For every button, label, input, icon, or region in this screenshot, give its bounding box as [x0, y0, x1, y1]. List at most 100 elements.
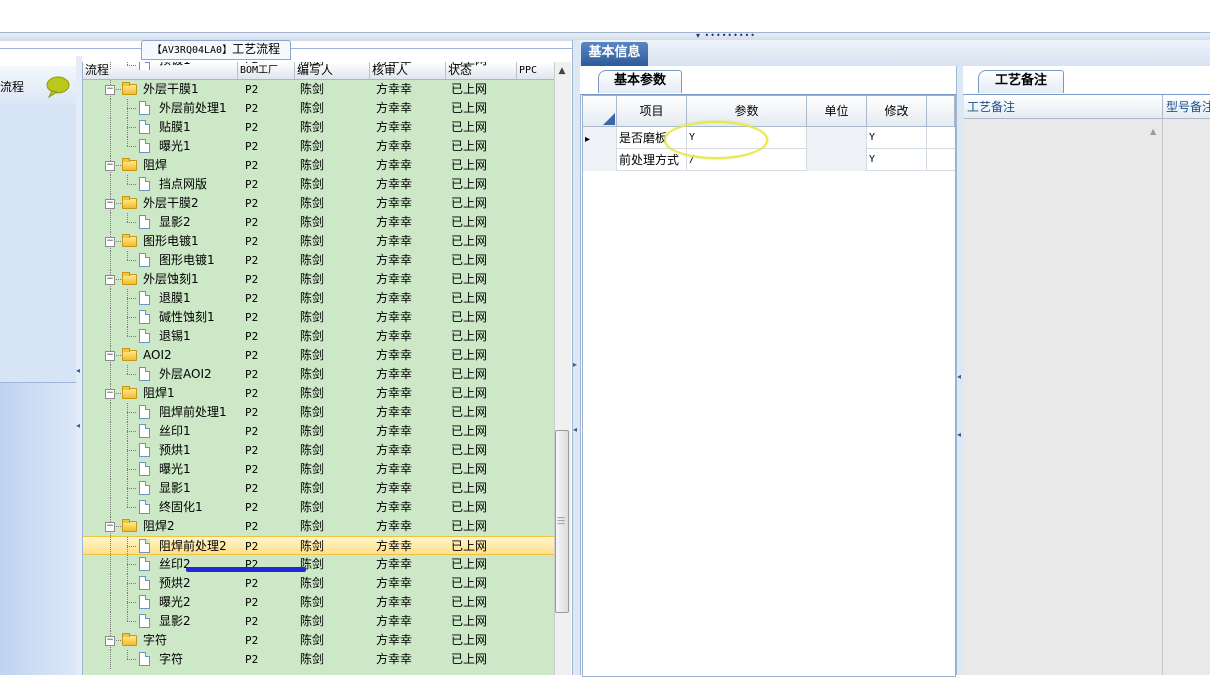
- collapse-toggle-icon[interactable]: −: [105, 522, 115, 532]
- tree-folder-row[interactable]: − 外层干膜2 P2 陈剑 方幸幸 已上网: [83, 194, 555, 213]
- notes-area[interactable]: 工艺备注 型号备注: [964, 95, 1210, 675]
- tree-folder-row[interactable]: − 字符 P2 陈剑 方幸幸 已上网: [83, 631, 555, 650]
- tree-panel-title[interactable]: 【AV3RQ04LA0】工艺流程: [141, 40, 291, 60]
- collapse-left-icon-2[interactable]: ◂: [76, 421, 80, 430]
- document-icon: [139, 62, 150, 70]
- tree-guide-line: [127, 213, 128, 222]
- writer-cell: 陈剑: [300, 82, 325, 96]
- collapse-right-icon[interactable]: ◂: [957, 372, 961, 381]
- tree-node-label: 碱性蚀刻1: [159, 310, 215, 324]
- param-row[interactable]: 前处理方式 / Y: [583, 149, 955, 171]
- col-unit[interactable]: 单位: [807, 96, 867, 127]
- collapse-right-icon-2[interactable]: ◂: [957, 430, 961, 439]
- document-icon: [139, 652, 150, 666]
- param-unit-cell[interactable]: [807, 149, 867, 171]
- tree-node-label: 预镀1: [159, 62, 191, 66]
- tree-file-row[interactable]: 预烘2 P2 陈剑 方幸幸 已上网: [83, 574, 555, 593]
- params-grid[interactable]: 项目 参数 单位 修改 ▸ 是否磨板 Y Y 前处理方式 / Y: [582, 95, 956, 677]
- col-model-note[interactable]: 型号备注: [1163, 95, 1210, 119]
- tree-file-row[interactable]: 预烘1 P2 陈剑 方幸幸 已上网: [83, 441, 555, 460]
- collapse-toggle-icon[interactable]: −: [105, 636, 115, 646]
- tree-node-label: 阻焊: [143, 158, 168, 172]
- tree-file-row[interactable]: 外层前处理1 P2 陈剑 方幸幸 已上网: [83, 99, 555, 118]
- document-icon: [139, 101, 150, 115]
- tree-file-row[interactable]: 退锡1 P2 陈剑 方幸幸 已上网: [83, 327, 555, 346]
- tree-file-row[interactable]: 丝印1 P2 陈剑 方幸幸 已上网: [83, 422, 555, 441]
- collapse-toggle-icon[interactable]: −: [105, 85, 115, 95]
- tree-file-row[interactable]: 外层AOI2 P2 陈剑 方幸幸 已上网: [83, 365, 555, 384]
- tree-file-row[interactable]: 阻焊前处理1 P2 陈剑 方幸幸 已上网: [83, 403, 555, 422]
- tab-process-notes[interactable]: 工艺备注: [978, 70, 1064, 93]
- collapse-toggle-icon[interactable]: −: [105, 389, 115, 399]
- tree-node-label: 外层干膜2: [143, 196, 199, 210]
- status-cell: 已上网: [451, 539, 488, 553]
- tree-folder-row[interactable]: − AOI2 P2 陈剑 方幸幸 已上网: [83, 346, 555, 365]
- tab-basic-params[interactable]: 基本参数: [598, 70, 682, 93]
- tree-file-row[interactable]: 碱性蚀刻1 P2 陈剑 方幸幸 已上网: [83, 308, 555, 327]
- col-modify[interactable]: 修改: [867, 96, 927, 127]
- tree-file-row[interactable]: 曝光2 P2 陈剑 方幸幸 已上网: [83, 593, 555, 612]
- writer-cell: 陈剑: [300, 139, 325, 153]
- col-process-note[interactable]: 工艺备注: [964, 95, 1163, 119]
- collapse-toggle-icon[interactable]: −: [105, 161, 115, 171]
- writer-cell: 陈剑: [300, 424, 325, 438]
- scroll-up-icon[interactable]: ▲: [556, 66, 568, 76]
- document-icon: [139, 500, 150, 514]
- folder-icon: [122, 348, 137, 361]
- writer-cell: 陈剑: [300, 253, 325, 267]
- row-indicator[interactable]: ▸: [583, 127, 617, 149]
- status-cell: 已上网: [451, 272, 488, 286]
- document-icon: [139, 595, 150, 609]
- tree-guide-line: [127, 137, 128, 146]
- tree-guide-line: [110, 137, 111, 156]
- tree-file-row[interactable]: 贴膜1 P2 陈剑 方幸幸 已上网: [83, 118, 555, 137]
- collapse-middle-icon-2[interactable]: ◂: [573, 425, 577, 434]
- tree-file-row[interactable]: 终固化1 P2 陈剑 方幸幸 已上网: [83, 498, 555, 517]
- bom-cell: P2: [245, 197, 259, 210]
- tree-folder-row[interactable]: − 图形电镀1 P2 陈剑 方幸幸 已上网: [83, 232, 555, 251]
- collapse-toggle-icon[interactable]: −: [105, 275, 115, 285]
- tree-guide-line: [127, 450, 136, 451]
- tree-file-row[interactable]: 显影2 P2 陈剑 方幸幸 已上网: [83, 612, 555, 631]
- document-icon: [139, 405, 150, 419]
- param-modify-cell[interactable]: Y: [867, 127, 927, 149]
- tree-node-label: 曝光2: [159, 595, 191, 609]
- param-modify-cell[interactable]: Y: [867, 149, 927, 171]
- tree-file-row[interactable]: 丝印2 P2 陈剑 方幸幸 已上网: [83, 555, 555, 574]
- param-row[interactable]: ▸ 是否磨板 Y Y: [583, 127, 955, 149]
- col-item[interactable]: 项目: [617, 96, 687, 127]
- tree-folder-row[interactable]: − 外层蚀刻1 P2 陈剑 方幸幸 已上网: [83, 270, 555, 289]
- tree-folder-row[interactable]: − 阻焊 P2 陈剑 方幸幸 已上网: [83, 156, 555, 175]
- tree-file-row[interactable]: 显影2 P2 陈剑 方幸幸 已上网: [83, 213, 555, 232]
- tree-file-row[interactable]: 图形电镀1 P2 陈剑 方幸幸 已上网: [83, 251, 555, 270]
- collapse-toggle-icon[interactable]: −: [105, 351, 115, 361]
- auditor-cell: 方幸幸: [376, 424, 413, 438]
- tree-file-row[interactable]: 退膜1 P2 陈剑 方幸幸 已上网: [83, 289, 555, 308]
- row-indicator[interactable]: [583, 149, 617, 171]
- grid-corner[interactable]: [583, 96, 617, 127]
- param-unit-cell[interactable]: [807, 127, 867, 149]
- tree-file-row[interactable]: 挡点网版 P2 陈剑 方幸幸 已上网: [83, 175, 555, 194]
- tab-basic-info[interactable]: 基本信息: [581, 42, 648, 66]
- middle-splitter[interactable]: ▸ ◂: [572, 40, 581, 675]
- tree-file-row[interactable]: 阻焊前处理2 P2 陈剑 方幸幸 已上网: [83, 536, 555, 556]
- tree-file-row[interactable]: 预镀1 P2 陈剑 方幸幸 已上网: [83, 62, 555, 70]
- collapse-left-icon[interactable]: ◂: [76, 366, 80, 375]
- top-splitter-grip[interactable]: ▾ ••••••••• ▾: [693, 32, 759, 48]
- collapse-toggle-icon[interactable]: −: [105, 237, 115, 247]
- tree-file-row[interactable]: 曝光1 P2 陈剑 方幸幸 已上网: [83, 460, 555, 479]
- tree-folder-row[interactable]: − 外层干膜1 P2 陈剑 方幸幸 已上网: [83, 80, 555, 99]
- collapse-toggle-icon[interactable]: −: [105, 199, 115, 209]
- document-icon: [139, 443, 150, 457]
- tree-folder-row[interactable]: − 阻焊1 P2 陈剑 方幸幸 已上网: [83, 384, 555, 403]
- tree-folder-row[interactable]: − 阻焊2 P2 陈剑 方幸幸 已上网: [83, 517, 555, 536]
- tree-file-row[interactable]: 曝光1 P2 陈剑 方幸幸 已上网: [83, 137, 555, 156]
- process-tree-grid[interactable]: 流程 BOM工厂 编写人 核审人 状态 PPC 预镀1P2陈剑方幸幸已上网−外层…: [82, 62, 555, 675]
- auditor-cell: 方幸幸: [376, 62, 412, 66]
- tree-file-row[interactable]: 显影1 P2 陈剑 方幸幸 已上网: [83, 479, 555, 498]
- collapse-middle-icon[interactable]: ▸: [573, 360, 577, 369]
- notes-scroll-up-icon[interactable]: ▲: [1150, 127, 1156, 136]
- tree-guide-line: [127, 175, 128, 184]
- auditor-cell: 方幸幸: [376, 310, 413, 324]
- tree-file-row[interactable]: 字符 P2 陈剑 方幸幸 已上网: [83, 650, 555, 669]
